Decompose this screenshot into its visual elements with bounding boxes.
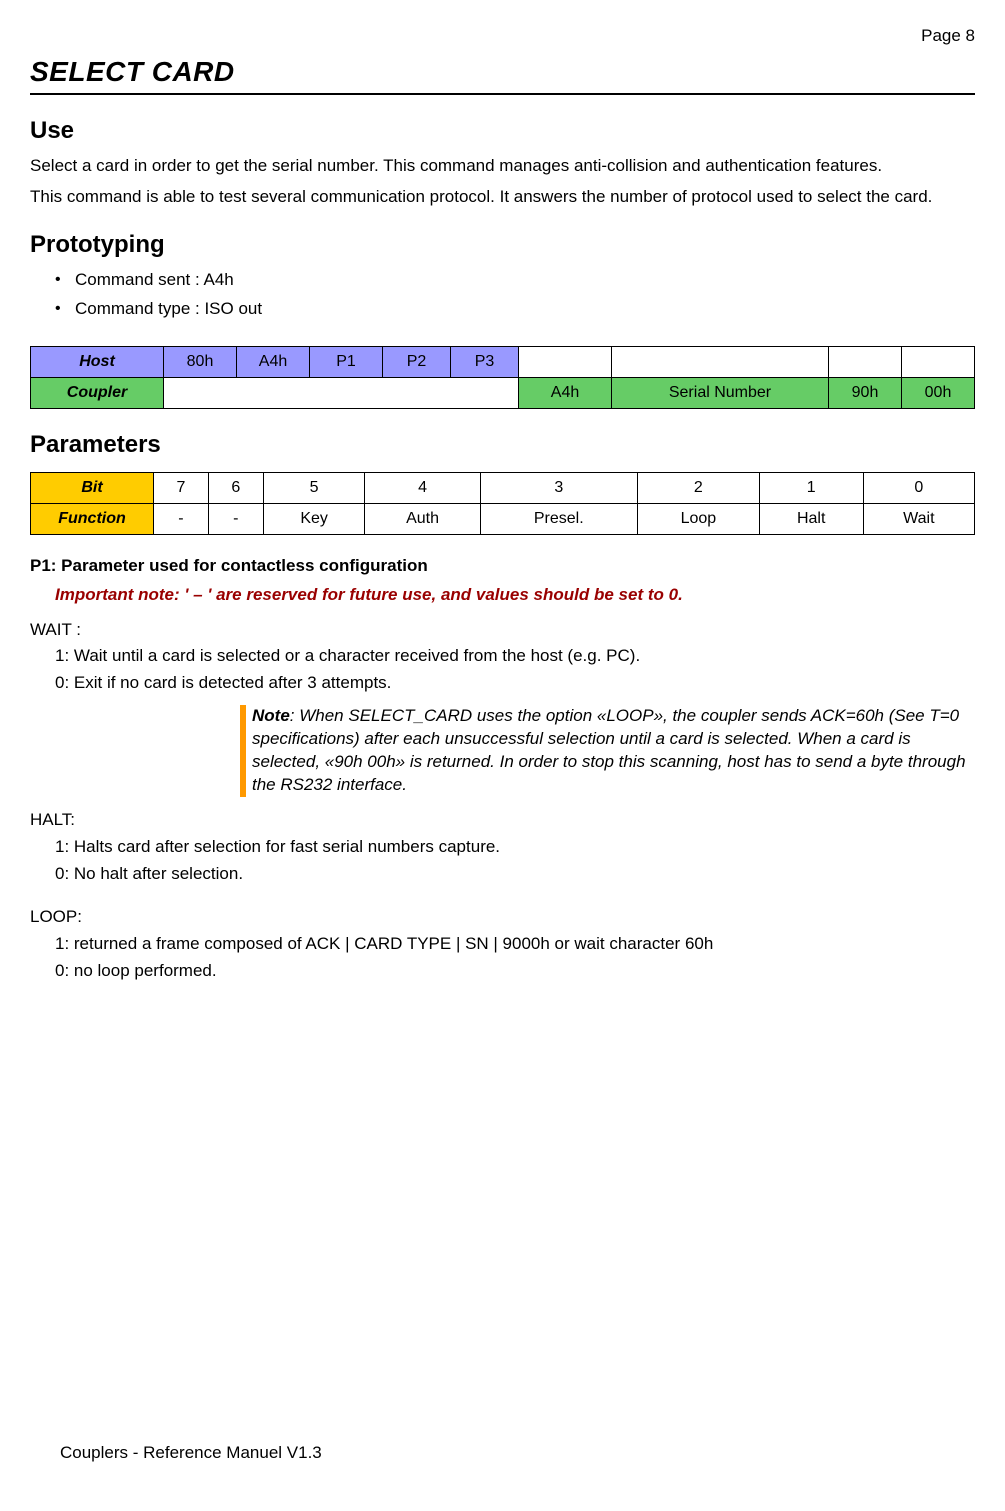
use-paragraph-2: This command is able to test several com… — [30, 186, 975, 209]
loop-desc-1: 1: returned a frame composed of ACK | CA… — [55, 933, 975, 956]
func-cell: Halt — [759, 503, 863, 534]
parameters-heading: Parameters — [30, 429, 975, 461]
page-number: Page 8 — [30, 25, 975, 48]
coupler-cell: Serial Number — [612, 378, 829, 409]
coupler-cell: A4h — [519, 378, 612, 409]
host-cell: A4h — [237, 347, 310, 378]
proto-item: Command sent : A4h — [75, 269, 975, 292]
func-cell: - — [208, 503, 263, 534]
bit-cell: 6 — [208, 472, 263, 503]
bit-cell: 1 — [759, 472, 863, 503]
bit-cell: 3 — [480, 472, 637, 503]
host-cell: P3 — [451, 347, 519, 378]
function-label: Function — [31, 503, 154, 534]
host-label: Host — [31, 347, 164, 378]
note-block: Note: When SELECT_CARD uses the option «… — [240, 705, 975, 797]
prototyping-heading: Prototyping — [30, 229, 975, 261]
coupler-cell: 00h — [902, 378, 975, 409]
func-cell: - — [154, 503, 209, 534]
important-note: Important note: ' – ' are reserved for f… — [55, 584, 975, 607]
wait-desc-0: 0: Exit if no card is detected after 3 a… — [55, 672, 975, 695]
halt-label: HALT: — [30, 809, 975, 832]
empty-cell — [612, 347, 829, 378]
halt-desc-0: 0: No halt after selection. — [55, 863, 975, 886]
title-rule — [30, 93, 975, 95]
host-cell: P2 — [383, 347, 451, 378]
bit-cell: 0 — [863, 472, 974, 503]
host-cell: P1 — [310, 347, 383, 378]
use-heading: Use — [30, 115, 975, 147]
footer: Couplers - Reference Manuel V1.3 — [60, 1442, 322, 1465]
func-cell: Presel. — [480, 503, 637, 534]
bit-cell: 7 — [154, 472, 209, 503]
func-cell: Auth — [365, 503, 480, 534]
func-cell: Wait — [863, 503, 974, 534]
command-table: Host 80h A4h P1 P2 P3 Coupler A4h Serial… — [30, 346, 975, 409]
bit-label: Bit — [31, 472, 154, 503]
p1-heading: P1: Parameter used for contactless confi… — [30, 555, 975, 578]
host-cell: 80h — [164, 347, 237, 378]
empty-cell — [829, 347, 902, 378]
coupler-label: Coupler — [31, 378, 164, 409]
loop-label: LOOP: — [30, 906, 975, 929]
bit-cell: 5 — [263, 472, 365, 503]
wait-label: WAIT : — [30, 619, 975, 642]
bit-cell: 4 — [365, 472, 480, 503]
use-paragraph-1: Select a card in order to get the serial… — [30, 155, 975, 178]
prototyping-list: Command sent : A4h Command type : ISO ou… — [30, 269, 975, 321]
func-cell: Key — [263, 503, 365, 534]
note-text: : When SELECT_CARD uses the option «LOOP… — [252, 706, 966, 794]
coupler-cell: 90h — [829, 378, 902, 409]
loop-desc-0: 0: no loop performed. — [55, 960, 975, 983]
func-cell: Loop — [637, 503, 759, 534]
bit-cell: 2 — [637, 472, 759, 503]
page-title: SELECT CARD — [30, 53, 975, 91]
note-label: Note — [252, 706, 290, 725]
empty-cell — [164, 378, 519, 409]
empty-cell — [519, 347, 612, 378]
halt-desc-1: 1: Halts card after selection for fast s… — [55, 836, 975, 859]
empty-cell — [902, 347, 975, 378]
wait-desc-1: 1: Wait until a card is selected or a ch… — [55, 645, 975, 668]
parameters-table: Bit 7 6 5 4 3 2 1 0 Function - - Key Aut… — [30, 472, 975, 535]
proto-item: Command type : ISO out — [75, 298, 975, 321]
